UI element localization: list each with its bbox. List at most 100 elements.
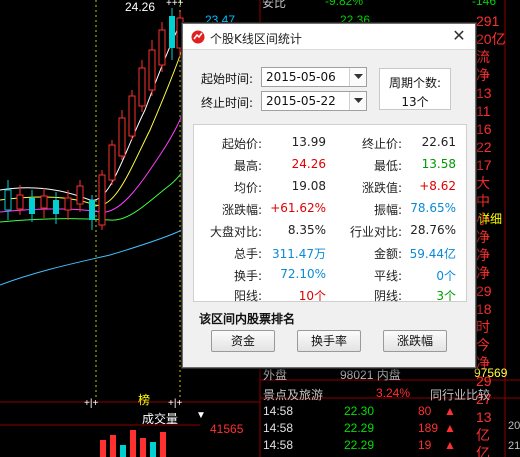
volume-label: 总手: bbox=[233, 247, 262, 261]
up-candles-label: 阳线: bbox=[233, 289, 262, 303]
right-column-item: 20亿 bbox=[476, 31, 506, 47]
end-date-dropdown[interactable] bbox=[349, 92, 366, 110]
right-column-item: 22 bbox=[476, 139, 492, 155]
volume-value-stat: 311.47万 bbox=[272, 247, 326, 261]
side-label: 详细 bbox=[478, 212, 503, 226]
industry-compare-label: 行业对比: bbox=[349, 225, 402, 239]
tick-time: 14:58 bbox=[263, 421, 294, 435]
amount-value: 59.44亿 bbox=[409, 247, 456, 261]
right-column-item: 净 bbox=[476, 265, 490, 281]
end-price-value: 22.61 bbox=[421, 135, 456, 149]
tick-volume: 19 bbox=[418, 438, 432, 452]
down-candles-label: 阴线: bbox=[373, 289, 402, 303]
tick-price: 22.29 bbox=[344, 438, 375, 452]
sector-name: 景点及旅游 bbox=[263, 388, 324, 402]
right-column-item: 大 bbox=[476, 175, 490, 191]
tick-volume: 80 bbox=[418, 404, 432, 418]
tick-price: 22.30 bbox=[344, 404, 375, 418]
rank-by-amount-button[interactable]: 资金 bbox=[211, 330, 275, 352]
period-count-box: 周期个数: 13个 bbox=[379, 68, 451, 110]
high-label: 最高: bbox=[233, 159, 262, 173]
start-price-label: 起始价: bbox=[221, 137, 262, 151]
amplitude-label: 振幅: bbox=[373, 203, 402, 217]
low-label: 最低: bbox=[373, 159, 402, 173]
kline-range-stats-dialog: 个股K线区间统计 ✕ 起始时间: 2015-05-06 终止时间: 2015-0… bbox=[182, 23, 476, 368]
arrow-marks-right: +|+ bbox=[168, 398, 183, 409]
tick-time: 14:58 bbox=[263, 438, 294, 452]
amplitude-value: 78.65% bbox=[410, 201, 456, 215]
right-tick-label-1: 21 bbox=[508, 440, 520, 452]
right-column-item: 11 bbox=[476, 103, 491, 119]
end-date-value: 2015-05-22 bbox=[266, 94, 336, 108]
avg-value: 19.08 bbox=[291, 179, 326, 193]
start-date-value: 2015-05-06 bbox=[266, 70, 336, 84]
stats-panel: 起始价: 13.99 终止价: 22.61 最高: 24.26 最低: 13.5… bbox=[193, 124, 467, 303]
app-logo-icon bbox=[191, 30, 205, 44]
period-count-value: 13个 bbox=[401, 95, 429, 109]
end-price-label: 终止价: bbox=[361, 137, 402, 151]
rank-by-change-button[interactable]: 涨跌幅 bbox=[383, 330, 447, 352]
low-value: 13.58 bbox=[421, 157, 456, 171]
right-column-item: 16 bbox=[476, 121, 492, 137]
side-value: 97569 bbox=[474, 366, 508, 380]
flat-label: 平线: bbox=[373, 269, 402, 283]
bg-fragment-b: -9.82% bbox=[325, 0, 364, 8]
volume-selector-label[interactable]: 成交量 bbox=[142, 410, 178, 427]
right-tick-label-0: 20 bbox=[508, 420, 520, 432]
industry-compare-value: 28.76% bbox=[410, 223, 456, 237]
start-date-picker[interactable]: 2015-05-06 bbox=[261, 67, 367, 87]
market-compare-label: 大盘对比: bbox=[209, 225, 262, 239]
end-time-label: 终止时间: bbox=[201, 96, 254, 110]
start-price-value: 13.99 bbox=[291, 135, 326, 149]
turnover-label: 换手: bbox=[233, 269, 262, 283]
bang-label: 榜 bbox=[138, 393, 151, 407]
down-candles-value: 3个 bbox=[436, 289, 456, 303]
tick-price: 22.29 bbox=[344, 421, 375, 435]
tick-volume: 189 bbox=[418, 421, 439, 435]
cross-marks: +++ bbox=[166, 0, 184, 9]
avg-label: 均价: bbox=[233, 181, 262, 195]
dialog-title: 个股K线区间统计 bbox=[210, 32, 302, 46]
change-pct-label: 涨跌幅: bbox=[221, 203, 262, 217]
market-compare-value: 8.35% bbox=[287, 223, 326, 237]
bg-fragment-d: -146 bbox=[472, 0, 497, 8]
end-date-picker[interactable]: 2015-05-22 bbox=[261, 91, 367, 111]
volume-value: 41565 bbox=[210, 422, 244, 436]
right-column-item: 中 bbox=[476, 193, 490, 209]
dialog-titlebar[interactable]: 个股K线区间统计 ✕ bbox=[183, 24, 475, 50]
turnover-value: 72.10% bbox=[280, 267, 326, 281]
start-time-label: 起始时间: bbox=[201, 72, 254, 86]
volume-dropdown-icon[interactable]: ▼ bbox=[196, 410, 206, 421]
up-arrow-icon: ▲ bbox=[444, 404, 456, 418]
tick-time: 14:58 bbox=[263, 404, 294, 418]
inner-fragment: 98021 内盘 bbox=[340, 368, 401, 382]
sector-pct: 3.24% bbox=[376, 386, 411, 400]
change-label: 涨跌值: bbox=[361, 181, 402, 195]
period-count-label: 周期个数: bbox=[388, 76, 442, 90]
right-column-item: 18 bbox=[476, 301, 492, 317]
right-column-item: 13 bbox=[476, 85, 492, 101]
right-column-item: 291 bbox=[476, 13, 500, 29]
high-price-marker: 24.26 bbox=[125, 0, 156, 14]
high-value: 24.26 bbox=[291, 157, 326, 171]
right-column-item: 净 bbox=[476, 247, 490, 263]
up-candles-value: 10个 bbox=[298, 289, 326, 303]
rank-section-title: 该区间内股票排名 bbox=[199, 312, 296, 326]
bg-fragment-a: 安比 bbox=[262, 0, 287, 10]
change-value: +8.62 bbox=[419, 179, 456, 193]
peer-compare[interactable]: 同行业比较 bbox=[430, 386, 490, 403]
chevron-down-icon bbox=[354, 98, 363, 103]
rank-by-turnover-button[interactable]: 换手率 bbox=[297, 330, 361, 352]
start-date-dropdown[interactable] bbox=[349, 68, 366, 86]
right-column-item: 流 bbox=[476, 49, 490, 65]
change-pct-value: +61.62% bbox=[270, 201, 326, 215]
flat-value: 0个 bbox=[436, 269, 456, 283]
outer-label: 外盘 bbox=[263, 368, 288, 382]
right-column-item: 17 bbox=[476, 157, 492, 173]
right-column-item: 29 bbox=[476, 283, 492, 299]
arrow-marks-left: +|+ bbox=[84, 398, 99, 409]
amount-label: 金额: bbox=[373, 247, 402, 261]
right-column-item: 净 bbox=[476, 67, 490, 83]
right-column-item: 时 bbox=[476, 319, 490, 335]
close-icon[interactable]: ✕ bbox=[451, 28, 467, 44]
